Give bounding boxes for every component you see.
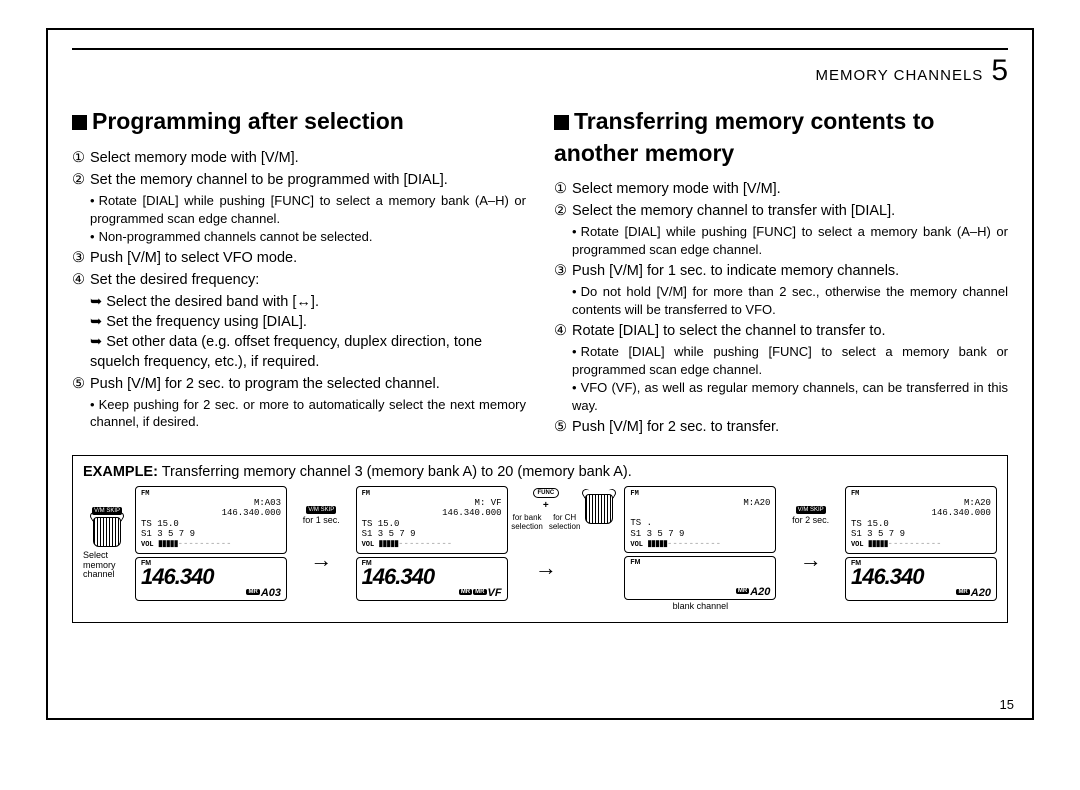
right-step-3: ③Push [V/M] for 1 sec. to indicate memor… <box>554 261 1008 281</box>
dial-knob-icon <box>585 494 613 524</box>
dial-knob-icon <box>93 517 121 547</box>
left-step-4a: ➥ Select the desired band with [↔]. <box>90 292 526 312</box>
left-step-3: ③Push [V/M] to select VFO mode. <box>72 248 526 268</box>
arrow-right-icon: → <box>531 555 561 581</box>
func-button-label: FUNC <box>533 488 560 498</box>
two-columns: Programming after selection ①Select memo… <box>72 106 1008 439</box>
radio-unit-1: V/M SKIP Select memory channel FM M:A03 … <box>83 486 287 601</box>
vm-skip-label: V/M SKIP <box>306 506 336 514</box>
lcd-top-3: FM M:A20 TS . S1 3 5 7 9 VOL ▮▮▮▮▮------… <box>624 486 776 553</box>
example-caption: EXAMPLE: Transferring memory channel 3 (… <box>83 464 997 480</box>
lcd-top-1: FM M:A03 146.340.000 TS 15.0 S1 3 5 7 9 … <box>135 486 287 554</box>
manual-page: MEMORY CHANNELS 5 Programming after sele… <box>46 28 1034 720</box>
arrow-right-icon: → <box>306 547 336 573</box>
transition-2: FUNC + for bank selection for CH selecti… <box>518 488 574 581</box>
lcd-top-2: FM M: VF 146.340.000 TS 15.0 S1 3 5 7 9 … <box>356 486 508 554</box>
arrow-right-icon: → <box>796 547 826 573</box>
transition-1: V/M SKIP for 1 sec. → <box>297 506 345 573</box>
lcd-bottom-1: FM 146.340 MRA03 <box>135 557 287 601</box>
top-rule <box>72 48 1008 50</box>
example-box: EXAMPLE: Transferring memory channel 3 (… <box>72 455 1008 623</box>
vm-skip-label: V/M SKIP <box>796 506 826 514</box>
left-step-5: ⑤Push [V/M] for 2 sec. to program the se… <box>72 374 526 394</box>
radio-unit-4: FM M:A20 146.340.000 TS 15.0 S1 3 5 7 9 … <box>845 486 997 601</box>
left-step-4b: ➥ Set the frequency using [DIAL]. <box>90 312 526 332</box>
left-step-1: ①Select memory mode with [V/M]. <box>72 148 526 168</box>
radio-unit-3: FM M:A20 TS . S1 3 5 7 9 VOL ▮▮▮▮▮------… <box>624 486 776 612</box>
left-step-4c: ➥ Set other data (e.g. offset frequency,… <box>90 332 526 372</box>
left-step-5a: •Keep pushing for 2 sec. or more to auto… <box>90 396 526 432</box>
left-step-4: ④Set the desired frequency: <box>72 270 526 290</box>
radio-unit-2: FM M: VF 146.340.000 TS 15.0 S1 3 5 7 9 … <box>356 486 508 601</box>
left-column: Programming after selection ①Select memo… <box>72 106 526 439</box>
knob-1: V/M SKIP Select memory channel <box>83 507 131 579</box>
right-step-3a: •Do not hold [V/M] for more than 2 sec.,… <box>572 283 1008 319</box>
lcd-top-4: FM M:A20 146.340.000 TS 15.0 S1 3 5 7 9 … <box>845 486 997 554</box>
right-step-4b: •VFO (VF), as well as regular memory cha… <box>572 379 1008 415</box>
left-step-2: ②Set the memory channel to be programmed… <box>72 170 526 190</box>
right-step-4: ④Rotate [DIAL] to select the channel to … <box>554 321 1008 341</box>
bank-caption: for bank selection <box>511 513 543 531</box>
right-step-4a: •Rotate [DIAL] while pushing [FUNC] to s… <box>572 343 1008 379</box>
transition-3: V/M SKIP for 2 sec. → <box>787 506 835 573</box>
lcd-bottom-3: FM MRA20 <box>624 556 776 600</box>
square-bullet-icon <box>554 115 569 130</box>
ch-caption: for CH selection <box>549 513 581 531</box>
lcd-bottom-2: FM 146.340 MRMRVF <box>356 557 508 601</box>
right-step-2: ②Select the memory channel to transfer w… <box>554 201 1008 221</box>
lcd-bottom-4: FM 146.340 MRA20 <box>845 557 997 601</box>
knob-caption: Select memory channel <box>83 551 131 579</box>
left-step-2a: •Rotate [DIAL] while pushing [FUNC] to s… <box>90 192 526 228</box>
right-title: Transferring memory contents to another … <box>554 106 1008 169</box>
right-step-2a: •Rotate [DIAL] while pushing [FUNC] to s… <box>572 223 1008 259</box>
page-number: 15 <box>1000 697 1014 712</box>
square-bullet-icon <box>72 115 87 130</box>
right-step-5: ⑤Push [V/M] for 2 sec. to transfer. <box>554 417 1008 437</box>
plus-icon: + <box>543 500 549 511</box>
right-step-1: ①Select memory mode with [V/M]. <box>554 179 1008 199</box>
knob-mid <box>584 492 614 526</box>
right-column: Transferring memory contents to another … <box>554 106 1008 439</box>
left-title: Programming after selection <box>72 106 526 138</box>
blank-caption: blank channel <box>673 602 729 611</box>
section-name: MEMORY CHANNELS <box>816 67 984 84</box>
chapter-number: 5 <box>991 54 1008 88</box>
radio-sequence: V/M SKIP Select memory channel FM M:A03 … <box>83 486 997 612</box>
left-step-2b: •Non-programmed channels cannot be selec… <box>90 228 526 246</box>
page-header: MEMORY CHANNELS 5 <box>72 54 1008 88</box>
